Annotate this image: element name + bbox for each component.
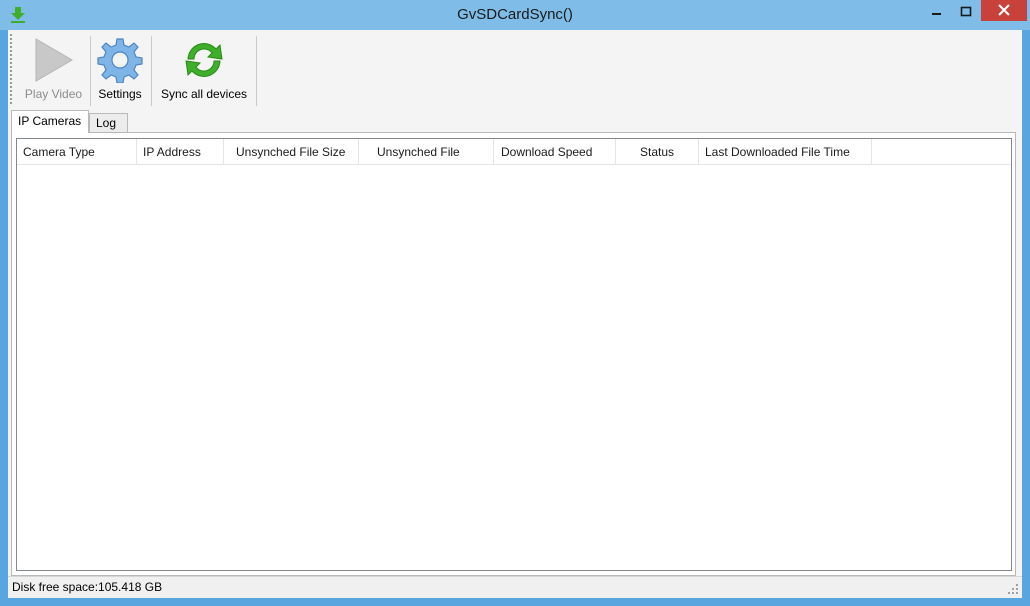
status-bar: Disk free space:105.418 GB: [8, 576, 1022, 598]
column-header-camera-type[interactable]: Camera Type: [17, 139, 137, 165]
maximize-button[interactable]: [950, 0, 984, 21]
minimize-button[interactable]: [920, 0, 954, 21]
disk-free-space-label: Disk free space:105.418 GB: [12, 580, 163, 594]
column-header-last-downloaded-file-time[interactable]: Last Downloaded File Time: [699, 139, 872, 165]
play-video-button[interactable]: Play Video: [16, 33, 91, 105]
camera-list[interactable]: Camera Type IP Address Unsynched File Si…: [16, 138, 1012, 571]
app-window: GvSDCardSync() Play Video Settings Sync …: [0, 0, 1030, 606]
column-header-status[interactable]: Status: [616, 139, 699, 165]
column-header-unsynched-file-size[interactable]: Unsynched File Size: [224, 139, 359, 165]
play-icon: [35, 38, 73, 82]
tab-strip: IP Cameras Log: [8, 110, 1022, 134]
toolbar: Play Video Settings Sync all devices: [8, 30, 1022, 107]
column-header-download-speed[interactable]: Download Speed: [494, 139, 616, 165]
sync-arrows-icon: [185, 43, 223, 77]
column-header-row: Camera Type IP Address Unsynched File Si…: [17, 139, 1011, 165]
tab-ip-cameras[interactable]: IP Cameras: [11, 110, 89, 133]
toolbar-separator: [151, 36, 152, 106]
client-area: Play Video Settings Sync all devices IP …: [8, 30, 1022, 598]
tab-panel-ip-cameras: Camera Type IP Address Unsynched File Si…: [11, 132, 1016, 576]
toolbar-grip[interactable]: [10, 34, 12, 104]
title-bar[interactable]: GvSDCardSync(): [0, 0, 1030, 30]
window-title: GvSDCardSync(): [457, 6, 573, 23]
settings-button[interactable]: Settings: [92, 33, 148, 105]
resize-grip-icon[interactable]: [1007, 583, 1019, 595]
gear-icon: [97, 38, 143, 83]
sync-all-devices-label: Sync all devices: [160, 87, 248, 101]
close-button[interactable]: [981, 0, 1027, 21]
column-header-ip-address[interactable]: IP Address: [137, 139, 224, 165]
toolbar-separator: [90, 36, 91, 106]
play-video-label: Play Video: [24, 87, 83, 101]
settings-label: Settings: [98, 87, 142, 101]
sync-all-devices-button[interactable]: Sync all devices: [154, 33, 254, 105]
toolbar-separator: [256, 36, 257, 106]
tab-log[interactable]: Log: [89, 113, 128, 133]
column-header-unsynched-file[interactable]: Unsynched File: [359, 139, 494, 165]
